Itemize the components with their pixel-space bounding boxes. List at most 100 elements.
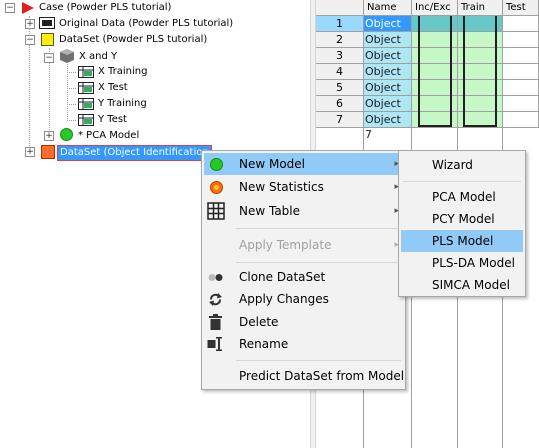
tree-item-x-training[interactable]: X Training [96,65,150,79]
test-cell[interactable] [503,80,539,96]
row-number[interactable]: 5 [316,80,364,96]
expand-toggle[interactable]: + [25,147,35,157]
trash-icon [209,314,222,330]
tree-item-dataset-powder[interactable]: DataSet (Powder PLS tutorial) [57,33,209,47]
menu-item-label: Rename [239,337,289,351]
cube-icon [60,49,74,63]
menu-separator [236,360,401,361]
tree-item-x-and-y[interactable]: X and Y [77,50,119,64]
train-selection-bracket [463,16,497,127]
collapse-toggle[interactable]: − [25,35,35,45]
case-flag-icon [22,2,34,14]
submenu-item-label: SIMCA Model [432,278,510,292]
submenu-item-pls-da-model[interactable]: PLS-DA Model [401,252,523,274]
row-number[interactable]: 7 [316,112,364,128]
object-name-cell[interactable]: Object 6 [364,96,412,125]
object-name-cell[interactable]: Object 3 [364,48,412,77]
menu-item-label: Clone DataSet [239,270,326,284]
tree-connector [67,88,76,89]
tree-connector [67,104,76,105]
submenu-item-label: Wizard [432,158,473,172]
row-number[interactable]: 6 [316,96,364,112]
yellow-dataset-icon [41,33,54,46]
menu-item-new-table[interactable]: New Table ▸ [204,200,403,222]
menu-item-delete[interactable]: Delete [204,311,403,333]
test-cell[interactable] [503,96,539,112]
menu-item-new-model[interactable]: New Model ▸ [204,153,403,175]
menu-item-rename[interactable]: Rename [204,333,403,355]
menu-item-label: Apply Changes [239,292,329,306]
new-model-submenu: Wizard PCA Model PCY Model PLS Model PLS… [398,150,526,297]
tree-item-pca-model[interactable]: * PCA Model [76,129,141,143]
submenu-item-pls-model[interactable]: PLS Model [401,230,523,252]
expand-toggle[interactable]: + [44,131,54,141]
row-number[interactable]: 4 [316,64,364,80]
menu-item-predict-dataset[interactable]: Predict DataSet from Model [204,365,405,387]
column-header-test[interactable]: Test [503,0,539,16]
context-menu: New Model ▸ New Statistics ▸ New Table ▸… [201,150,406,390]
menu-item-new-statistics[interactable]: New Statistics ▸ [204,176,403,198]
menu-item-label: New Table [239,204,301,218]
column-header-inc-exc[interactable]: Inc/Exc [412,0,458,16]
menu-item-clone-dataset[interactable]: Clone DataSet [204,266,403,288]
submenu-item-simca-model[interactable]: SIMCA Model [401,274,523,296]
table-icon [78,114,94,126]
table-icon [78,82,94,94]
object-name-cell[interactable]: Object 7 [364,112,412,141]
clone-icon [208,274,223,281]
orange-circle-icon [210,181,223,194]
object-name-cell[interactable]: Object 5 [364,80,412,109]
test-cell[interactable] [503,64,539,80]
tree-item-x-test[interactable]: X Test [96,81,130,95]
tree-item-y-training[interactable]: Y Training [96,97,149,111]
refresh-icon [209,293,222,306]
submenu-item-label: PCA Model [432,190,496,204]
tree-item-dataset-object-identification[interactable]: DataSet (Object Identification [57,145,212,161]
submenu-item-wizard[interactable]: Wizard [401,154,523,176]
menu-item-label: Apply Template [239,238,332,252]
test-cell[interactable] [503,16,539,32]
menu-separator [403,181,521,182]
menu-item-apply-changes[interactable]: Apply Changes [204,288,403,310]
inc-exc-selection-bracket [418,16,452,127]
row-number[interactable]: 3 [316,48,364,64]
tree-connector [67,120,76,121]
row-header-corner [316,0,364,16]
submenu-item-pcy-model[interactable]: PCY Model [401,208,523,230]
table-icon [78,66,94,78]
table-icon [78,98,94,110]
collapse-toggle[interactable]: − [5,3,15,13]
tree-item-case[interactable]: Case (Powder PLS tutorial) [37,1,173,15]
tree-connector [67,72,76,73]
test-cell[interactable] [503,112,539,128]
row-number[interactable]: 1 [316,16,364,32]
collapse-toggle[interactable]: − [44,53,54,63]
tree-item-y-test[interactable]: Y Test [96,113,129,127]
orange-dataset-icon [41,145,55,159]
column-header-name[interactable]: Name [364,0,412,16]
menu-separator [236,228,401,229]
submenu-item-pca-model[interactable]: PCA Model [401,186,523,208]
menu-item-label: New Statistics [239,180,324,194]
menu-separator [236,262,401,263]
menu-item-label: Delete [239,315,279,329]
menu-item-apply-template: Apply Template ▸ [204,234,403,256]
submenu-item-label: PLS Model [432,234,494,248]
menu-item-label: New Model [239,157,306,171]
object-name-cell[interactable]: Object 4 [364,64,412,93]
tree-item-original-data[interactable]: Original Data (Powder PLS tutorial) [57,17,235,31]
object-name-cell[interactable]: Object 2 [364,32,412,61]
submenu-item-label: PCY Model [432,212,495,226]
rename-icon [207,337,222,351]
test-cell[interactable] [503,48,539,64]
menu-item-label: Predict DataSet from Model [239,369,405,383]
column-header-train[interactable]: Train [458,0,503,16]
row-number[interactable]: 2 [316,32,364,48]
green-model-icon [60,128,73,141]
expand-toggle[interactable]: + [25,19,35,29]
green-circle-icon [210,158,223,171]
object-name-cell[interactable]: Object 1 [364,16,412,45]
submenu-item-label: PLS-DA Model [432,256,515,270]
test-cell[interactable] [503,32,539,48]
film-dataset-icon [39,17,55,29]
